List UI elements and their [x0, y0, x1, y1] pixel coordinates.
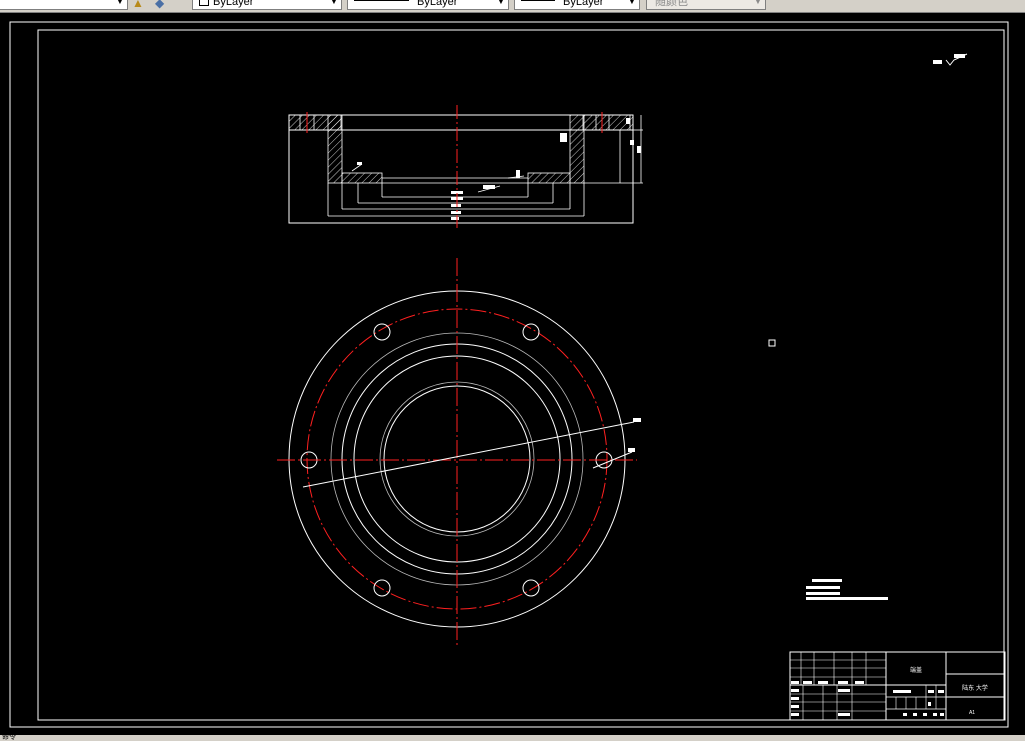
chevron-down-icon[interactable]: ▼: [327, 0, 341, 9]
surface-roughness-symbol: [933, 53, 968, 66]
drawing-canvas[interactable]: 端盖 陆东 大学 A1: [0, 12, 1025, 735]
inner-border: [37, 29, 1005, 721]
layer-combo[interactable]: ▼: [0, 0, 128, 10]
layer-previous-icon[interactable]: ◆: [155, 0, 171, 11]
color-swatch-icon: [199, 0, 209, 6]
cad-drawing: 端盖 陆东 大学 A1: [9, 21, 1009, 728]
chevron-down-icon[interactable]: ▼: [494, 0, 508, 9]
lineweight-combo[interactable]: ByLayer ▼: [514, 0, 640, 10]
technical-notes: [806, 579, 888, 600]
outer-border: [9, 21, 1009, 728]
linetype-value: ByLayer: [417, 0, 458, 8]
command-prompt: 命令: [2, 735, 16, 741]
part-name: 端盖: [910, 666, 922, 674]
sheet-size: A1: [969, 710, 975, 716]
linetype-combo[interactable]: ByLayer ▼: [347, 0, 509, 10]
color-value: ByLayer: [213, 0, 254, 8]
title-block: 端盖 陆东 大学 A1: [789, 651, 1006, 721]
color-combo[interactable]: ByLayer ▼: [192, 0, 342, 10]
lineweight-value: ByLayer: [563, 0, 604, 8]
linetype-preview-icon: [354, 0, 409, 1]
section-view: [288, 105, 643, 228]
chevron-down-icon[interactable]: ▼: [625, 0, 639, 9]
command-line[interactable]: 命令: [0, 735, 1025, 741]
chevron-down-icon[interactable]: ▼: [113, 0, 127, 9]
plotstyle-combo: 随颜色 ▼: [646, 0, 766, 10]
layer-state-icon[interactable]: ▲: [132, 0, 148, 11]
pickbox-cursor: [768, 339, 776, 347]
lineweight-preview-icon: [521, 0, 555, 1]
chevron-down-icon: ▼: [751, 0, 765, 9]
company-name: 陆东 大学: [962, 684, 988, 692]
plotstyle-value: 随颜色: [655, 0, 688, 8]
plan-view: [277, 258, 641, 645]
